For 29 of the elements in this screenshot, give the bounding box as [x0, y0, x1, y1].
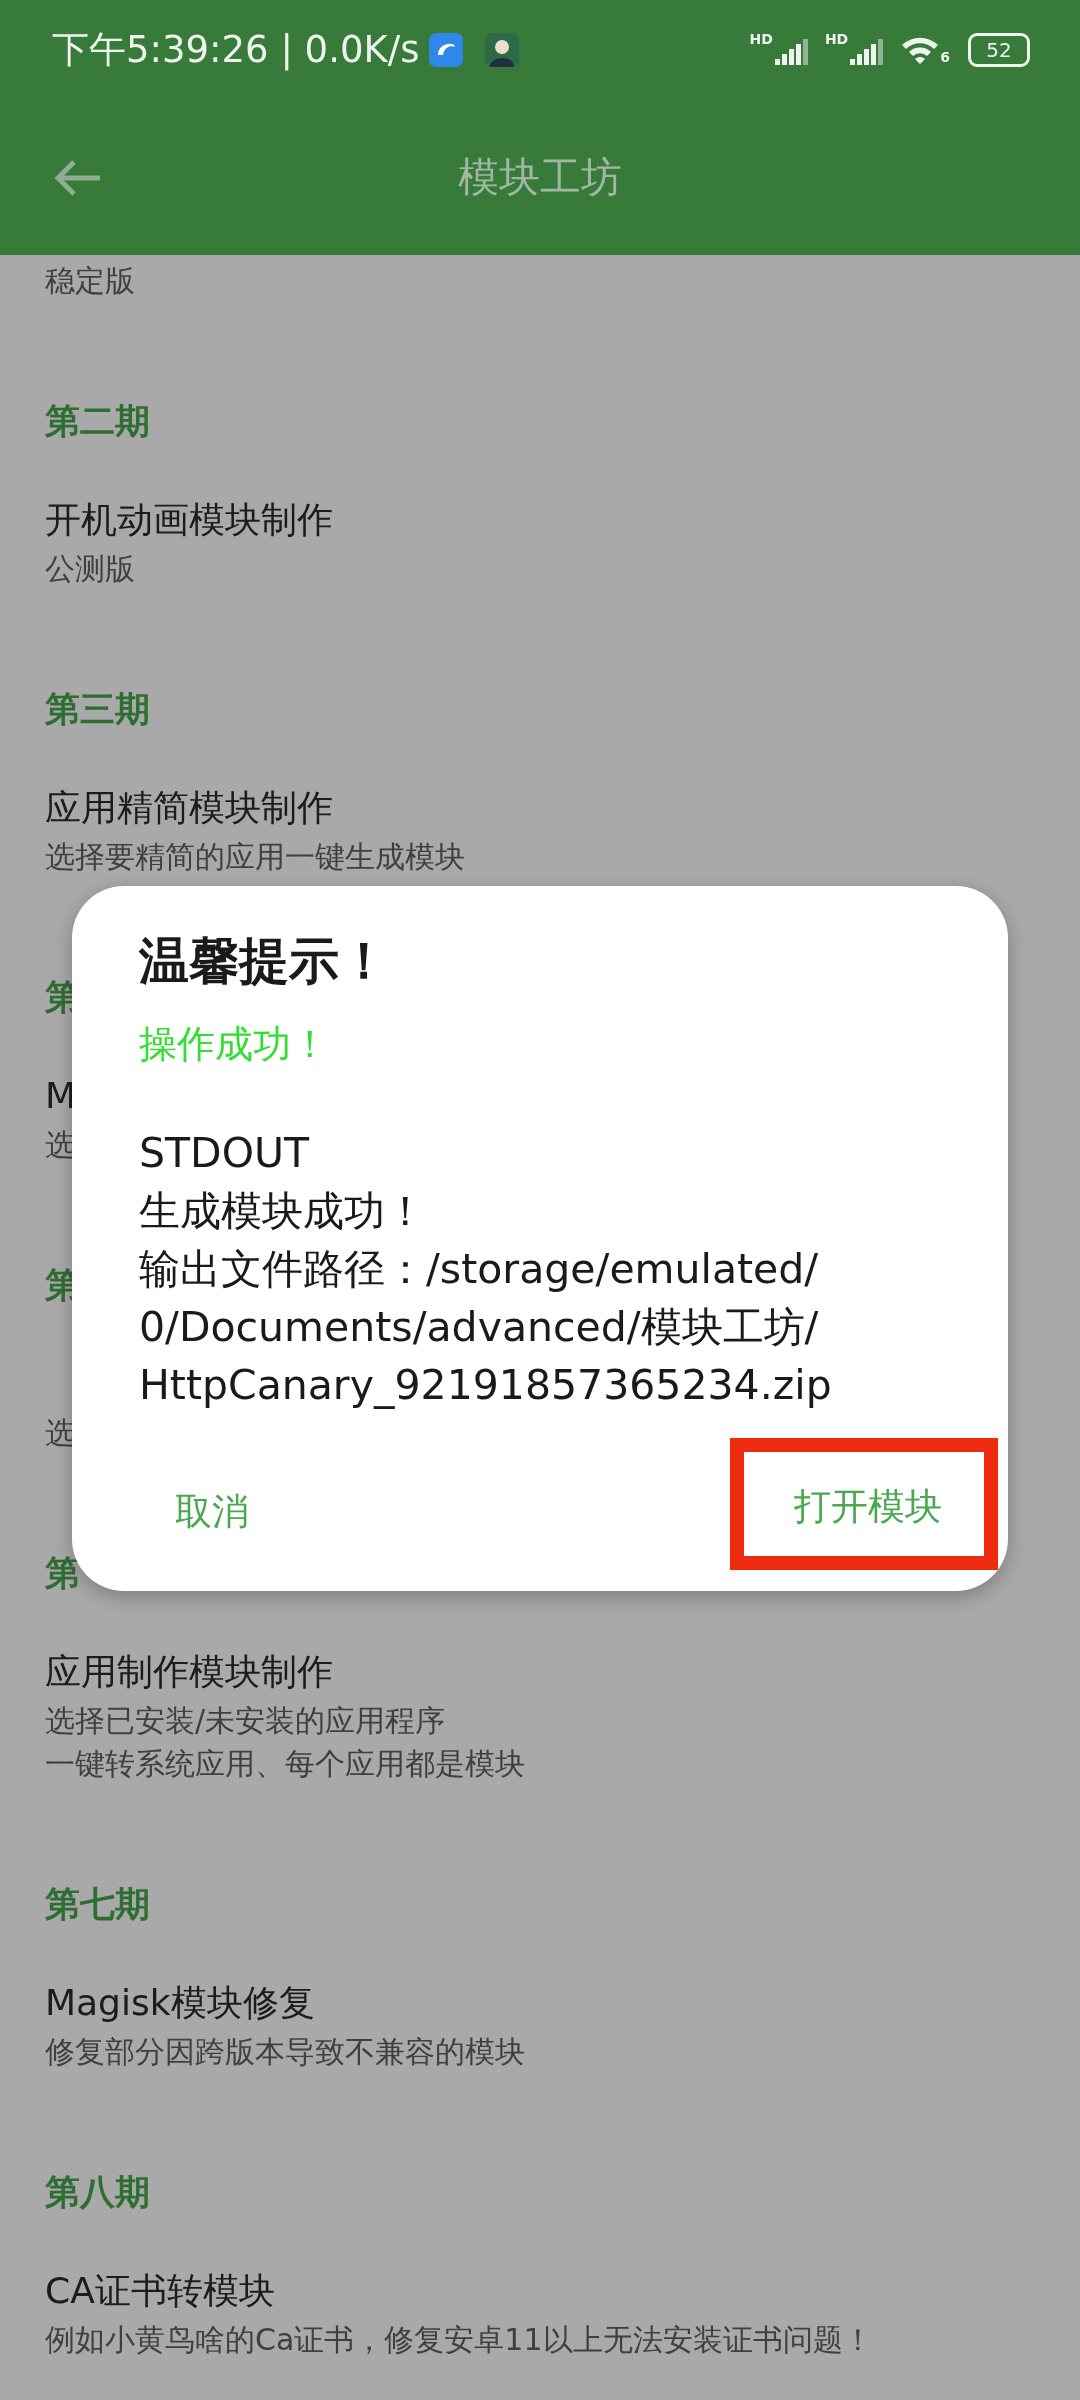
item-subtitle: 例如小黄鸟啥的Ca证书，修复安卓11以上无法安装证书问题！: [45, 2321, 873, 2359]
item-subtitle: 选择已安装/未安装的应用程序: [45, 1702, 446, 1740]
output-text: 生成模块成功！: [139, 1186, 427, 1237]
section-header: 第: [45, 1552, 80, 1595]
app-icon: [429, 33, 464, 67]
section-header: 第二期: [45, 400, 150, 443]
success-message: 操作成功！: [139, 1021, 330, 1068]
item-subtitle: 公测版: [45, 550, 135, 588]
dialog-title: 温馨提示！: [139, 931, 390, 992]
item-subtitle: 修复部分因跨版本导致不兼容的模块: [45, 2033, 525, 2071]
battery-icon: 52: [968, 33, 1030, 67]
item-subtitle: 选择要精简的应用一键生成模块: [45, 838, 465, 876]
status-time: 下午5:39:26 | 0.0K/s: [52, 27, 420, 73]
item-title[interactable]: Magisk模块修复: [45, 1978, 315, 2028]
output-text: 0/Documents/advanced/模块工坊/: [139, 1302, 820, 1353]
item-subtitle: 稳定版: [45, 262, 135, 300]
section-header: 第八期: [45, 2171, 150, 2214]
output-text: HttpCanary_92191857365234.zip: [139, 1360, 833, 1411]
item-title[interactable]: 开机动画模块制作: [45, 495, 333, 545]
avatar-icon: [485, 33, 520, 67]
item-title[interactable]: CA证书转模块: [45, 2266, 275, 2316]
output-text: 输出文件路径：/storage/emulated/: [139, 1244, 820, 1295]
section-header: 第七期: [45, 1883, 150, 1926]
output-text: STDOUT: [139, 1128, 311, 1179]
item-title[interactable]: 应用制作模块制作: [45, 1647, 333, 1697]
item-subtitle: 一键转系统应用、每个应用都是模块: [45, 1745, 525, 1783]
section-header: 第三期: [45, 688, 150, 731]
item-title[interactable]: 应用精简模块制作: [45, 783, 333, 833]
app-title: 模块工坊: [458, 152, 622, 203]
